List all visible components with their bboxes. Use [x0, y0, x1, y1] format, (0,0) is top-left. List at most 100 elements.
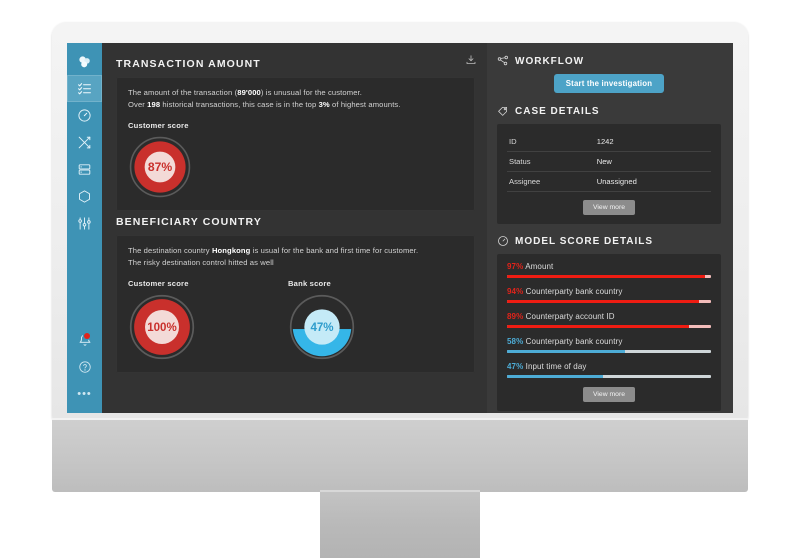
transaction-amount-line-2: Over 198 historical transactions, this c…: [128, 99, 463, 111]
right-panel: WORKFLOW Start the investigation CASE DE…: [487, 43, 733, 413]
case-details-table: ID 1242 Status New Assignee Unassigned: [507, 132, 711, 192]
bank-score-liquid-gauge: 47%: [289, 294, 355, 360]
score-bar: [507, 300, 711, 303]
gauge-bank-score: Bank score 47%: [288, 269, 356, 361]
score-percent: 89%: [507, 312, 524, 321]
gauge-label: Customer score: [128, 278, 189, 288]
score-item-amount: 97% Amount: [507, 262, 711, 278]
highlight-count: 198: [147, 99, 161, 109]
txt: The risky destination control hitted as …: [128, 257, 274, 267]
model-score-title: MODEL SCORE DETAILS: [515, 235, 654, 247]
sidebar-item-help[interactable]: [67, 353, 102, 380]
workflow-nodes-icon: [497, 55, 509, 67]
txt: The amount of the transaction (: [128, 88, 238, 97]
txt: Over: [128, 99, 148, 109]
help-circle-icon: [78, 360, 91, 373]
txt: is usual for the bank and first time for…: [250, 245, 419, 255]
section-title-transaction-amount: TRANSACTION AMOUNT: [116, 58, 261, 70]
gauge-value-text: 47%: [310, 322, 333, 334]
ellipsis-icon: •••: [77, 387, 92, 400]
sidebar-item-models[interactable]: [67, 183, 102, 210]
database-icon: [78, 164, 91, 175]
sidebar-item-rules[interactable]: [67, 129, 102, 156]
row-value: New: [594, 151, 711, 172]
score-bar: [507, 325, 711, 328]
highlight-country: Hongkong: [211, 245, 251, 255]
download-button[interactable]: [465, 53, 477, 71]
screen: ••• TRANSACTION AMOUNT The amount of the…: [67, 43, 733, 413]
gauge-customer-score-2: Customer score 100%: [128, 269, 196, 361]
case-details-view-more-button[interactable]: View more: [583, 200, 635, 215]
beneficiary-line-2: The risky destination control hitted as …: [128, 257, 463, 269]
row-value: Unassigned: [594, 171, 711, 192]
txt: ) is unusual for the customer.: [260, 88, 363, 97]
score-bar: [507, 275, 711, 278]
model-score-header: MODEL SCORE DETAILS: [497, 235, 721, 247]
score-percent: 97%: [507, 262, 524, 271]
app-logo-icon: [79, 56, 90, 68]
score-item-counterparty-account-id: 89% Counterparty account ID: [507, 312, 711, 328]
row-key: Assignee: [507, 171, 595, 192]
beneficiary-gauge-row: Customer score 100% Bank score 47%: [128, 269, 463, 361]
score-bar: [507, 375, 711, 378]
monitor-chin: [52, 420, 748, 492]
gauge-value-text: 100%: [147, 322, 177, 334]
sidebar-item-data[interactable]: [67, 156, 102, 183]
table-row: Assignee Unassigned: [507, 171, 711, 192]
download-icon: [466, 55, 476, 64]
score-label: Counterparty account ID: [525, 312, 615, 321]
score-percent: 94%: [507, 287, 524, 296]
workflow-title: WORKFLOW: [515, 55, 585, 67]
alert-badge-dot: [83, 332, 90, 339]
workflow-header: WORKFLOW: [497, 55, 721, 67]
customer-score-ring-gauge-2: 100%: [129, 294, 195, 360]
sliders-icon: [78, 217, 91, 230]
txt: The destination country: [128, 245, 212, 255]
transaction-amount-line-1: The amount of the transaction (89'000) i…: [128, 87, 463, 99]
score-item-counterparty-bank-country-2: 58% Counterparty bank country: [507, 337, 711, 353]
row-value: 1242: [594, 132, 711, 152]
gauge-icon: [78, 109, 91, 122]
score-percent: 47%: [507, 362, 524, 371]
table-row: ID 1242: [507, 132, 711, 152]
score-label: Counterparty bank country: [525, 337, 623, 346]
txt: historical transactions, this case is in…: [160, 99, 319, 109]
sidebar-item-logo[interactable]: [67, 48, 102, 75]
gauge-label: Bank score: [288, 278, 331, 288]
main-panel: TRANSACTION AMOUNT The amount of the tra…: [102, 43, 487, 413]
monitor-stand: [320, 492, 480, 558]
sidebar-item-settings[interactable]: [67, 210, 102, 237]
gauge-value-text: 87%: [148, 160, 173, 174]
section-title-beneficiary-country: BENEFICIARY COUNTRY: [116, 215, 262, 228]
highlight-percentile: 3%: [318, 99, 330, 109]
transaction-amount-card: The amount of the transaction (89'000) i…: [116, 77, 475, 211]
start-investigation-button[interactable]: Start the investigation: [553, 74, 665, 93]
score-item-counterparty-bank-country-1: 94% Counterparty bank country: [507, 287, 711, 303]
shuffle-icon: [78, 136, 91, 149]
score-bar: [507, 350, 711, 353]
sidebar-item-performance[interactable]: [67, 102, 102, 129]
row-key: ID: [507, 132, 595, 152]
model-score-view-more-button[interactable]: View more: [583, 387, 635, 402]
beneficiary-country-card: The destination country Hongkong is usua…: [116, 234, 475, 373]
score-percent: 58%: [507, 337, 524, 346]
txt: of highest amounts.: [329, 99, 401, 109]
checklist-icon: [78, 83, 91, 95]
highlight-amount: 89'000: [237, 88, 261, 97]
tag-icon: [497, 105, 509, 117]
case-details-box: ID 1242 Status New Assignee Unassigned V…: [497, 124, 721, 224]
score-item-input-time-of-day: 47% Input time of day: [507, 362, 711, 378]
model-score-box: 97% Amount 94% Counterparty bank country…: [497, 254, 721, 411]
sidebar-bottom-group: •••: [67, 326, 102, 413]
hexagon-icon: [79, 190, 90, 203]
transaction-gauge-row: Customer score 87%: [128, 111, 463, 199]
table-row: Status New: [507, 151, 711, 172]
sidebar-item-more[interactable]: •••: [67, 380, 102, 407]
case-details-header: CASE DETAILS: [497, 105, 721, 117]
customer-score-ring-gauge: 87%: [129, 136, 191, 198]
sidebar: •••: [67, 43, 102, 413]
sidebar-item-cases[interactable]: [67, 75, 102, 102]
score-label: Amount: [525, 262, 554, 271]
screenshot-root: ••• TRANSACTION AMOUNT The amount of the…: [0, 0, 800, 558]
sidebar-item-alerts[interactable]: [67, 326, 102, 353]
